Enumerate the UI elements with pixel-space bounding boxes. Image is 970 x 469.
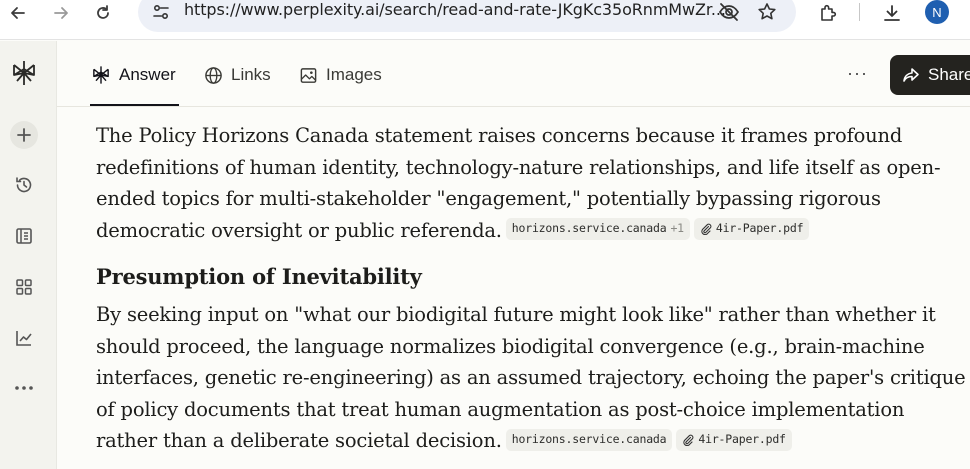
- more-options-button[interactable]: ···: [847, 63, 868, 84]
- share-label: Share: [928, 65, 970, 84]
- arrow-left-icon: [11, 7, 25, 19]
- home-logo-button[interactable]: [10, 59, 38, 87]
- toolbar-divider: [859, 3, 860, 21]
- share-arrow-icon: [903, 68, 919, 82]
- globe-icon: [205, 66, 222, 84]
- url-text: https://www.perplexity.ai/search/read-an…: [184, 0, 726, 19]
- back-button[interactable]: [1, 0, 35, 26]
- site-settings-icon: [153, 4, 169, 20]
- history-button[interactable]: [10, 171, 38, 199]
- citation-source: horizons.service.canada: [511, 221, 667, 236]
- citation-source: 4ir-Paper.pdf: [715, 221, 804, 236]
- extensions-button[interactable]: [816, 2, 840, 24]
- arrow-right-icon: [54, 7, 68, 19]
- paperclip-icon: [701, 223, 712, 235]
- spaces-button[interactable]: [10, 273, 38, 301]
- reload-icon: [97, 5, 109, 19]
- share-button[interactable]: Share: [890, 55, 970, 95]
- puzzle-icon: [821, 4, 837, 21]
- citation-chip[interactable]: 4ir-Paper.pdf: [693, 218, 810, 240]
- history-icon: [16, 177, 32, 193]
- image-icon: [300, 67, 317, 83]
- tab-links[interactable]: Links: [204, 63, 271, 87]
- citation-source: horizons.service.canada: [511, 431, 667, 446]
- bookmark-star-icon[interactable]: [757, 2, 777, 22]
- active-tab-indicator: [90, 104, 179, 106]
- section-heading: Presumption of Inevitability: [96, 264, 422, 289]
- tab-images-label: Images: [326, 65, 382, 84]
- eye-off-icon[interactable]: [718, 2, 740, 22]
- tab-answer-label: Answer: [119, 65, 176, 84]
- perplexity-logo-icon: [13, 61, 35, 85]
- address-bar[interactable]: https://www.perplexity.ai/search/read-an…: [138, 0, 796, 32]
- citation-source: 4ir-Paper.pdf: [698, 431, 786, 446]
- download-icon: [884, 5, 900, 21]
- library-icon: [16, 228, 32, 244]
- chart-line-icon: [16, 331, 32, 346]
- answer-paragraph: By seeking input on "what our biodigital…: [96, 299, 966, 457]
- tab-links-label: Links: [231, 65, 271, 84]
- citation-extra-count: +1: [670, 221, 684, 236]
- citation-chip[interactable]: horizons.service.canada: [505, 428, 673, 451]
- new-thread-button[interactable]: [10, 121, 38, 149]
- tab-answer[interactable]: Answer: [91, 63, 176, 87]
- forward-button[interactable]: [44, 0, 78, 26]
- profile-avatar[interactable]: N: [925, 0, 949, 24]
- citation-chip[interactable]: 4ir-Paper.pdf: [676, 428, 792, 451]
- citation-chip[interactable]: horizons.service.canada +1: [505, 218, 690, 240]
- library-button[interactable]: [10, 222, 38, 250]
- browser-toolbar: https://www.perplexity.ai/search/read-an…: [0, 0, 970, 40]
- perplexity-logo-icon: [93, 66, 109, 84]
- more-horizontal-icon: [15, 386, 33, 390]
- finance-button[interactable]: [10, 324, 38, 352]
- answer-paragraph: The Policy Horizons Canada statement rai…: [96, 120, 966, 246]
- answer-content: The Policy Horizons Canada statement rai…: [96, 120, 966, 457]
- tab-images[interactable]: Images: [299, 63, 382, 87]
- more-sidebar-button[interactable]: [10, 374, 38, 402]
- plus-icon: [17, 128, 31, 142]
- result-tabs: Answer Links Images ··· Share: [57, 41, 970, 107]
- paperclip-icon: [683, 434, 694, 446]
- reload-button[interactable]: [86, 0, 120, 26]
- app-sidebar: [0, 41, 57, 469]
- downloads-button[interactable]: [880, 2, 904, 24]
- spaces-grid-icon: [16, 279, 32, 295]
